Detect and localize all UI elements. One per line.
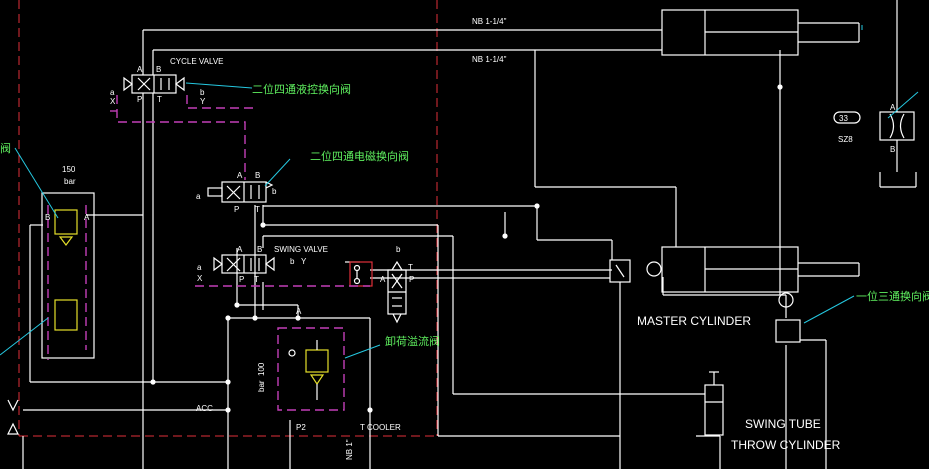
cooler-label: T COOLER xyxy=(360,423,401,432)
port-b: B xyxy=(156,65,161,74)
solenoid-valve xyxy=(207,181,274,203)
gauge-number: 33 xyxy=(839,114,848,123)
p2-label: P2 xyxy=(296,423,306,432)
port-a: A xyxy=(137,65,143,74)
sw-port-b-lower: b xyxy=(290,257,295,266)
ground-symbols xyxy=(7,399,19,435)
sw-port-p: P xyxy=(239,275,244,284)
throttle-valve xyxy=(879,111,915,141)
port-x: X xyxy=(110,97,116,106)
pilot-lines xyxy=(47,95,370,360)
vc-port-a: A xyxy=(380,275,386,284)
top-cylinder xyxy=(661,9,860,56)
sol-port-a-lower: a xyxy=(196,192,201,201)
thr-port-b: B xyxy=(890,145,895,154)
relief-port-a: A xyxy=(296,307,302,316)
sw-port-a-lower: a xyxy=(197,263,202,272)
junction-dots xyxy=(150,84,783,413)
acc-label: ACC xyxy=(196,404,213,413)
sol-port-b: B xyxy=(255,171,260,180)
callout-left-edge: 阀 xyxy=(0,141,11,155)
callout-hydraulic-valve: 二位四通液控换向阀 xyxy=(252,82,351,96)
port-b-lower: b xyxy=(200,88,205,97)
swing-tube-label: SWING TUBE xyxy=(745,417,821,431)
port-y: Y xyxy=(200,97,206,106)
port-a-lower: a xyxy=(110,88,115,97)
swing-valve-label: SWING VALVE xyxy=(274,245,328,254)
gauge-sub: SZ8 xyxy=(838,135,853,144)
sw-port-t: T xyxy=(254,275,259,284)
vc-port-p: P xyxy=(409,275,414,284)
swing-shuttle-valve xyxy=(349,261,373,287)
nb-top-label: NB 1-1/4" xyxy=(472,17,507,26)
pressure-150: 150 xyxy=(62,165,76,174)
cycle-valve-label: CYCLE VALVE xyxy=(170,57,224,66)
throw-cylinder-label: THROW CYLINDER xyxy=(731,438,841,452)
sol-port-t: T xyxy=(255,205,260,214)
port-t: T xyxy=(157,95,162,104)
sw-port-y: Y xyxy=(301,257,307,266)
pv-port-a: A xyxy=(84,213,90,222)
sw-port-a: A xyxy=(237,245,243,254)
callout-solenoid-valve: 二位四通电磁换向阀 xyxy=(310,149,409,163)
callout-three-way-valve: 一位三通换向阀 xyxy=(856,289,929,303)
hydraulic-schematic: NB 1-1/4" NB 1-1/4" NB 1" CYCLE VALVE SW… xyxy=(0,0,929,469)
port-p: P xyxy=(137,95,142,104)
unloading-relief-valve xyxy=(277,327,345,411)
sol-port-a: A xyxy=(237,171,243,180)
sol-port-b-lower: b xyxy=(272,187,277,196)
swing-tube-cylinder xyxy=(704,371,724,436)
sw-port-x: X xyxy=(197,274,203,283)
vc-port-b: b xyxy=(396,245,401,254)
pressure-100: 100 xyxy=(257,362,266,376)
vertical-control-valve xyxy=(387,260,407,324)
master-cylinder xyxy=(646,246,860,293)
pressure-100-unit: bar xyxy=(257,380,266,392)
sol-port-p: P xyxy=(234,205,239,214)
master-cylinder-label: MASTER CYLINDER xyxy=(637,314,751,328)
sw-port-b: B xyxy=(257,245,262,254)
pressure-150-unit: bar xyxy=(64,177,76,186)
cycle-valve xyxy=(123,74,185,94)
swing-valve xyxy=(213,254,275,274)
thr-port-a: A xyxy=(890,103,896,112)
nb-bottom-label: NB 1" xyxy=(345,439,354,460)
pv-port-b: B xyxy=(45,213,50,222)
callout-relief-valve: 卸荷溢流阀 xyxy=(385,334,440,348)
vc-port-t: T xyxy=(408,263,413,272)
nb-second-label: NB 1-1/4" xyxy=(472,55,507,64)
